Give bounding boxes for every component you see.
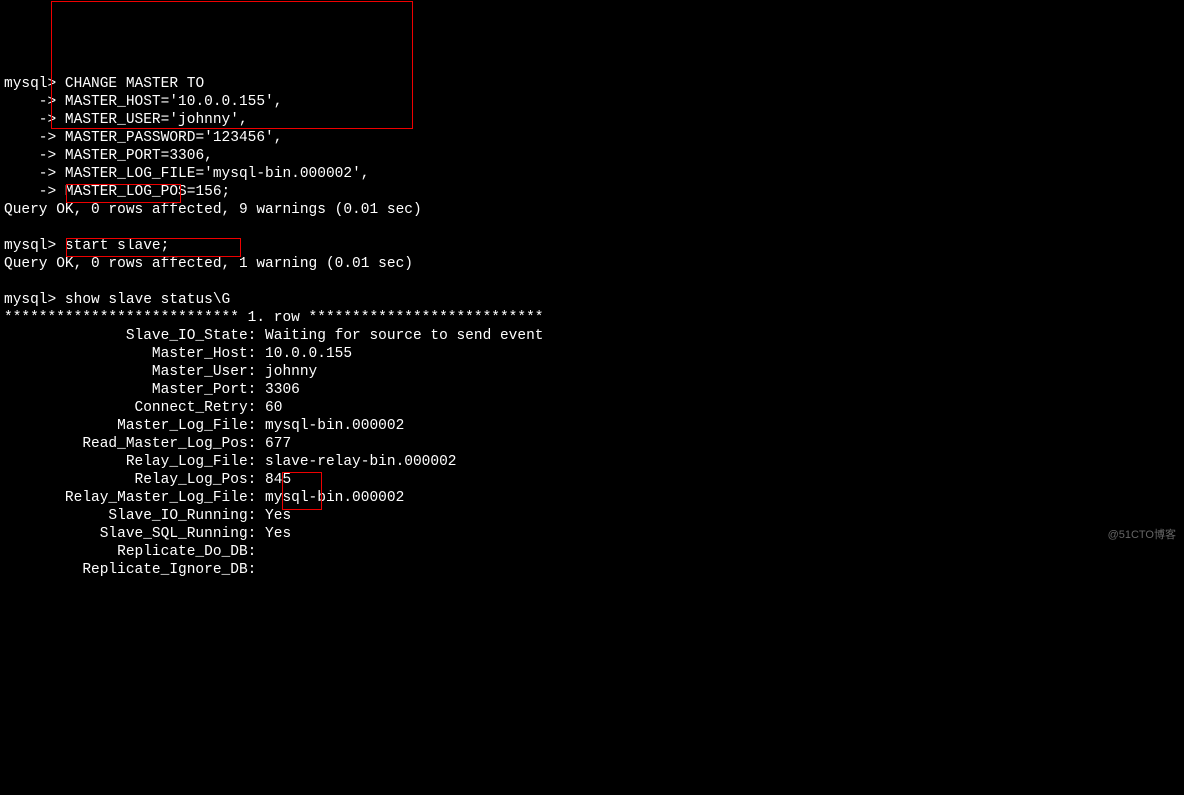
- prompt: mysql>: [4, 76, 56, 92]
- query-result-1: Query OK, 0 rows affected, 9 warnings (0…: [4, 202, 422, 218]
- terminal-output[interactable]: mysql> CHANGE MASTER TO -> MASTER_HOST='…: [0, 72, 1184, 579]
- value-master-log-file: mysql-bin.000002: [256, 418, 404, 434]
- cmd-show-slave-status: show slave status\G: [56, 292, 230, 308]
- value-master-host: 10.0.0.155: [256, 346, 352, 362]
- cmd-master-port: MASTER_PORT=3306,: [56, 148, 213, 164]
- prompt: mysql>: [4, 292, 56, 308]
- value-read-master-log-pos: 677: [256, 436, 291, 452]
- cmd-master-password: MASTER_PASSWORD='123456',: [56, 130, 282, 146]
- label-read-master-log-pos: Read_Master_Log_Pos:: [4, 436, 256, 452]
- cont: ->: [4, 112, 56, 128]
- cmd-master-logfile: MASTER_LOG_FILE='mysql-bin.000002',: [56, 166, 369, 182]
- cmd-master-user: MASTER_USER='johnny',: [56, 112, 247, 128]
- cont: ->: [4, 130, 56, 146]
- cont: ->: [4, 166, 56, 182]
- cont: ->: [4, 184, 56, 200]
- row-header: *************************** 1. row *****…: [4, 310, 544, 326]
- label-relay-master-log-file: Relay_Master_Log_File:: [4, 490, 256, 506]
- query-result-2: Query OK, 0 rows affected, 1 warning (0.…: [4, 256, 413, 272]
- label-slave-io-state: Slave_IO_State:: [4, 328, 256, 344]
- label-master-host: Master_Host:: [4, 346, 256, 362]
- label-connect-retry: Connect_Retry:: [4, 400, 256, 416]
- value-master-port: 3306: [256, 382, 300, 398]
- value-slave-sql-running: Yes: [256, 526, 291, 542]
- prompt: mysql>: [4, 238, 56, 254]
- label-master-port: Master_Port:: [4, 382, 256, 398]
- value-slave-io-state: Waiting for source to send event: [256, 328, 543, 344]
- cmd-change-master: CHANGE MASTER TO: [56, 76, 204, 92]
- label-replicate-ignore-db: Replicate_Ignore_DB:: [4, 562, 256, 578]
- value-relay-log-file: slave-relay-bin.000002: [256, 454, 456, 470]
- cont: ->: [4, 94, 56, 110]
- label-master-log-file: Master_Log_File:: [4, 418, 256, 434]
- cmd-master-host: MASTER_HOST='10.0.0.155',: [56, 94, 282, 110]
- value-master-user: johnny: [256, 364, 317, 380]
- label-relay-log-file: Relay_Log_File:: [4, 454, 256, 470]
- label-slave-sql-running: Slave_SQL_Running:: [4, 526, 256, 542]
- label-slave-io-running: Slave_IO_Running:: [4, 508, 256, 524]
- value-slave-io-running: Yes: [256, 508, 291, 524]
- cmd-start-slave: start slave;: [56, 238, 169, 254]
- label-relay-log-pos: Relay_Log_Pos:: [4, 472, 256, 488]
- cmd-master-logpos: MASTER_LOG_POS=156;: [56, 184, 230, 200]
- watermark: @51CTO博客: [1108, 526, 1176, 544]
- cont: ->: [4, 148, 56, 164]
- value-connect-retry: 60: [256, 400, 282, 416]
- value-relay-master-log-file: mysql-bin.000002: [256, 490, 404, 506]
- label-replicate-do-db: Replicate_Do_DB:: [4, 544, 256, 560]
- label-master-user: Master_User:: [4, 364, 256, 380]
- value-relay-log-pos: 845: [256, 472, 291, 488]
